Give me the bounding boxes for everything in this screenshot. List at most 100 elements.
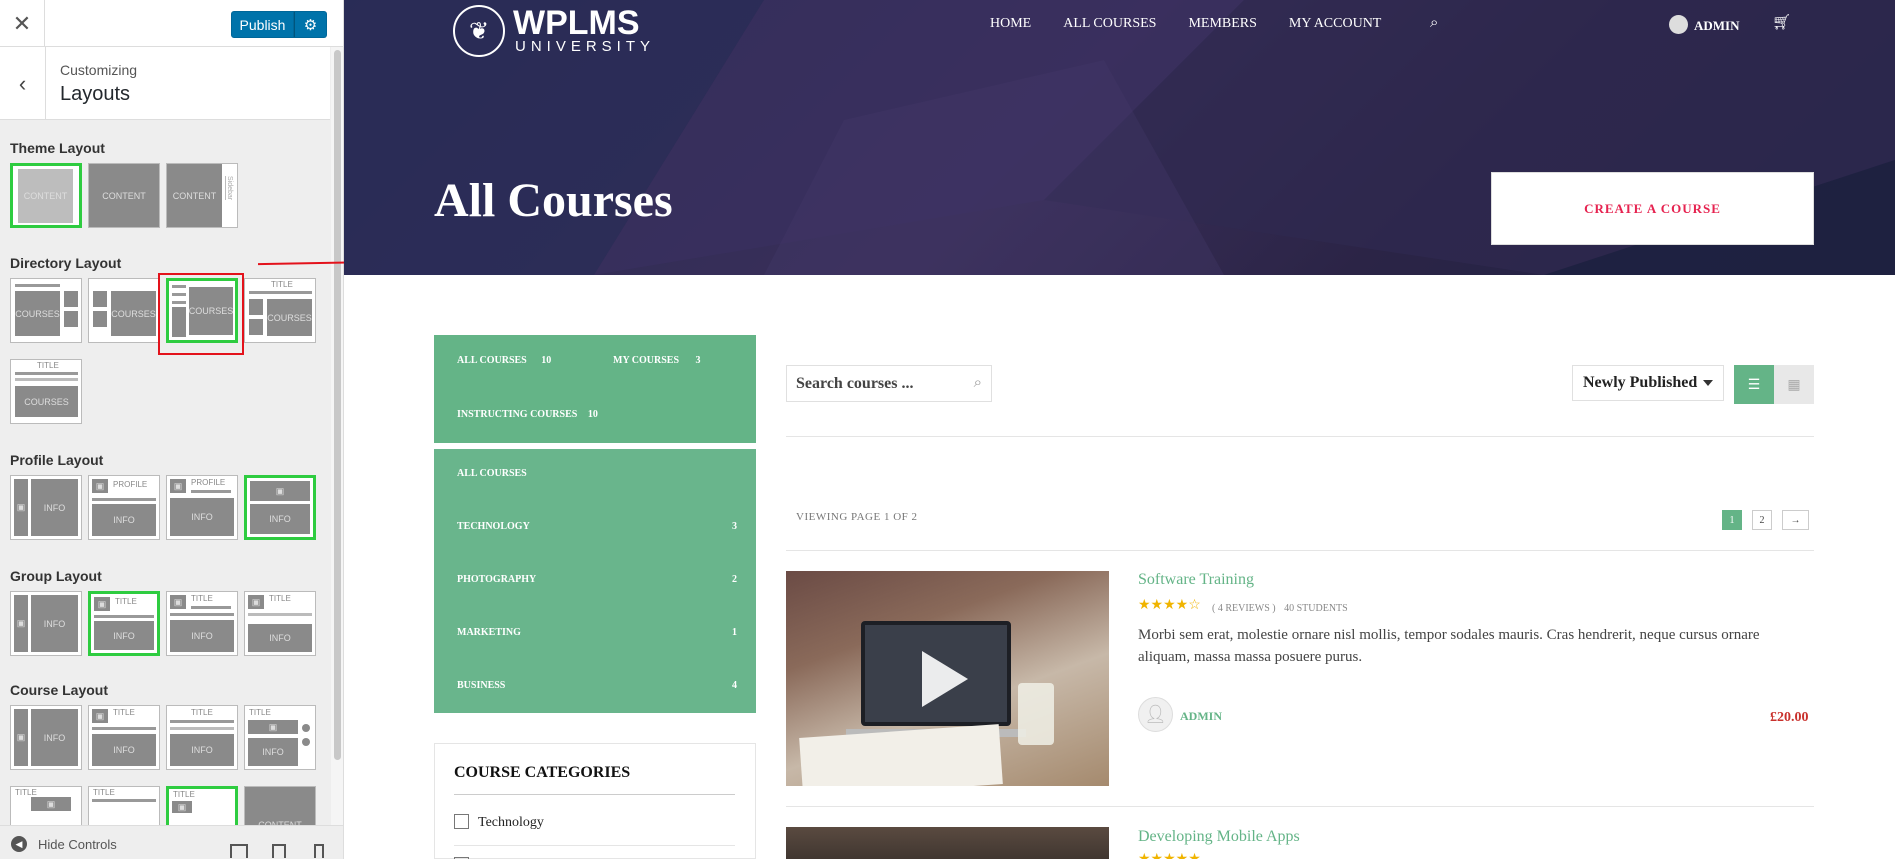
back-chevron-icon[interactable]: ‹ [0,47,46,120]
image-icon: ▣ [14,479,28,536]
tab-all-courses[interactable]: ALL COURSES 10 [457,355,551,366]
desktop-preview-icon[interactable] [230,844,248,858]
title-label: TITLE [269,594,291,603]
nav-all-courses[interactable]: ALL COURSES [1063,16,1156,32]
play-icon[interactable] [922,651,968,707]
course-layout-option-4[interactable]: TITLE ▣ INFO [244,705,316,770]
side-block [64,311,78,327]
theme-layout-option-2[interactable]: CONTENT [88,163,160,228]
theme-layout-title: Theme Layout [10,140,105,156]
group-layout-option-3[interactable]: ▣ TITLE INFO [166,591,238,656]
hide-controls-button[interactable]: Hide Controls [38,837,117,852]
group-layout-option-1[interactable]: ▣ INFO [10,591,82,656]
category-count: 2 [732,574,737,585]
publish-group: Publish ⚙ [231,11,327,38]
profile-layout-option-3[interactable]: ▣ PROFILE INFO [166,475,238,540]
info-block: INFO [248,624,312,652]
tablet-preview-icon[interactable] [272,844,286,858]
group-layout-group: Group Layout ▣ INFO ▣ TITLE INFO ▣ TITLE… [10,568,316,656]
profile-layout-option-4[interactable]: ▣ INFO [244,475,316,540]
nav-my-account[interactable]: MY ACCOUNT [1289,16,1381,32]
course-layout-option-2[interactable]: ▣ TITLE INFO [88,705,160,770]
publish-button[interactable]: Publish [231,11,294,38]
course-layout-option-1[interactable]: ▣ INFO [10,705,82,770]
theme-layout-option-3[interactable]: CONTENT Sidebar [166,163,238,228]
profile-layout-option-2[interactable]: ▣ PROFILE INFO [88,475,160,540]
directory-layout-option-5[interactable]: TITLE COURSES [10,359,82,424]
page-title: All Courses [434,174,673,227]
courses-block: COURSES [15,291,60,336]
line [92,727,156,730]
tab-instructing-courses[interactable]: INSTRUCTING COURSES 10 [457,409,598,420]
logo-name: WPLMS [513,4,640,42]
directory-layout-option-1[interactable]: COURSES [10,278,82,343]
tab-my-courses[interactable]: MY COURSES 3 [613,355,701,366]
title-label: TITLE [191,594,213,603]
category-label: TECHNOLOGY [457,521,530,532]
divider [786,806,1814,807]
info-block: INFO [170,498,234,536]
user-avatar[interactable] [1669,15,1688,34]
course-categories-title: COURSE CATEGORIES [454,764,631,781]
image-icon: ▣ [14,595,28,652]
theme-layout-option-1[interactable]: CONTENT [10,163,82,228]
cart-icon[interactable]: 🛒︎ [1772,13,1791,31]
page-2-button[interactable]: 2 [1752,510,1772,530]
sort-select[interactable]: Newly Published [1572,365,1724,401]
title-label: TITLE [191,708,213,717]
category-checkbox-label[interactable]: Technology [478,815,544,831]
course-title[interactable]: Developing Mobile Apps [1138,828,1300,846]
logo-text: WPLMS UNIVERSITY [513,4,655,55]
nav-members[interactable]: MEMBERS [1188,16,1256,32]
course-thumbnail[interactable] [786,827,1109,859]
course-layout-option-3[interactable]: TITLE INFO [166,705,238,770]
list-view-icon[interactable]: ☰ [1734,365,1774,404]
image-icon: ▣ [170,595,186,609]
course-search-input[interactable]: Search courses ... ⌕ [786,365,992,402]
side-block [249,319,263,335]
category-item[interactable]: BUSINESS 4 [457,680,737,691]
gear-icon[interactable]: ⚙ [294,11,327,38]
create-course-button[interactable]: CREATE A COURSE [1491,172,1814,245]
line [15,378,78,381]
review-count: ( 4 REVIEWS ) [1212,603,1276,614]
search-icon[interactable]: ⌕ [1430,14,1438,31]
tab-label: INSTRUCTING COURSES [457,409,578,420]
directory-layout-option-4[interactable]: TITLE COURSES [244,278,316,343]
group-layout-option-2[interactable]: ▣ TITLE INFO [88,591,160,656]
customizer-footer: ◀ Hide Controls [0,825,343,859]
category-item[interactable]: ALL COURSES [457,468,737,479]
line [170,727,234,730]
side-block [249,299,263,315]
instructor-avatar[interactable]: 👤︎ [1138,697,1173,732]
instructor-name[interactable]: ADMIN [1180,709,1222,724]
course-thumbnail[interactable] [786,571,1109,786]
side-block [64,291,78,307]
course-title[interactable]: Software Training [1138,571,1254,589]
next-page-button[interactable]: → [1782,510,1809,530]
main-nav: HOME ALL COURSES MEMBERS MY ACCOUNT [990,16,1381,32]
line [92,799,156,802]
site-logo[interactable]: ❦ WPLMS UNIVERSITY [453,5,655,57]
laurel-icon: ❦ [453,5,505,57]
grid-view-icon[interactable]: ▦ [1774,365,1814,404]
courses-block: COURSES [267,299,312,336]
image-icon: ▣ [14,709,28,766]
user-menu[interactable]: ADMIN [1694,18,1740,34]
nav-home[interactable]: HOME [990,16,1031,32]
page-1-button[interactable]: 1 [1722,510,1742,530]
category-checkbox[interactable] [454,814,469,829]
category-item[interactable]: TECHNOLOGY 3 [457,521,737,532]
mobile-preview-icon[interactable] [314,844,324,858]
category-item[interactable]: MARKETING 1 [457,627,737,638]
directory-layout-option-2[interactable]: COURSES [88,278,160,343]
close-icon[interactable]: ✕ [0,0,45,47]
title-label: TITLE [37,361,59,370]
group-layout-option-4[interactable]: ▣ TITLE INFO [244,591,316,656]
category-item[interactable]: PHOTOGRAPHY 2 [457,574,737,585]
info-block: INFO [31,709,78,766]
search-icon[interactable]: ⌕ [974,374,982,391]
hide-controls-icon[interactable]: ◀ [11,836,27,852]
profile-layout-option-1[interactable]: ▣ INFO [10,475,82,540]
line [15,284,60,287]
